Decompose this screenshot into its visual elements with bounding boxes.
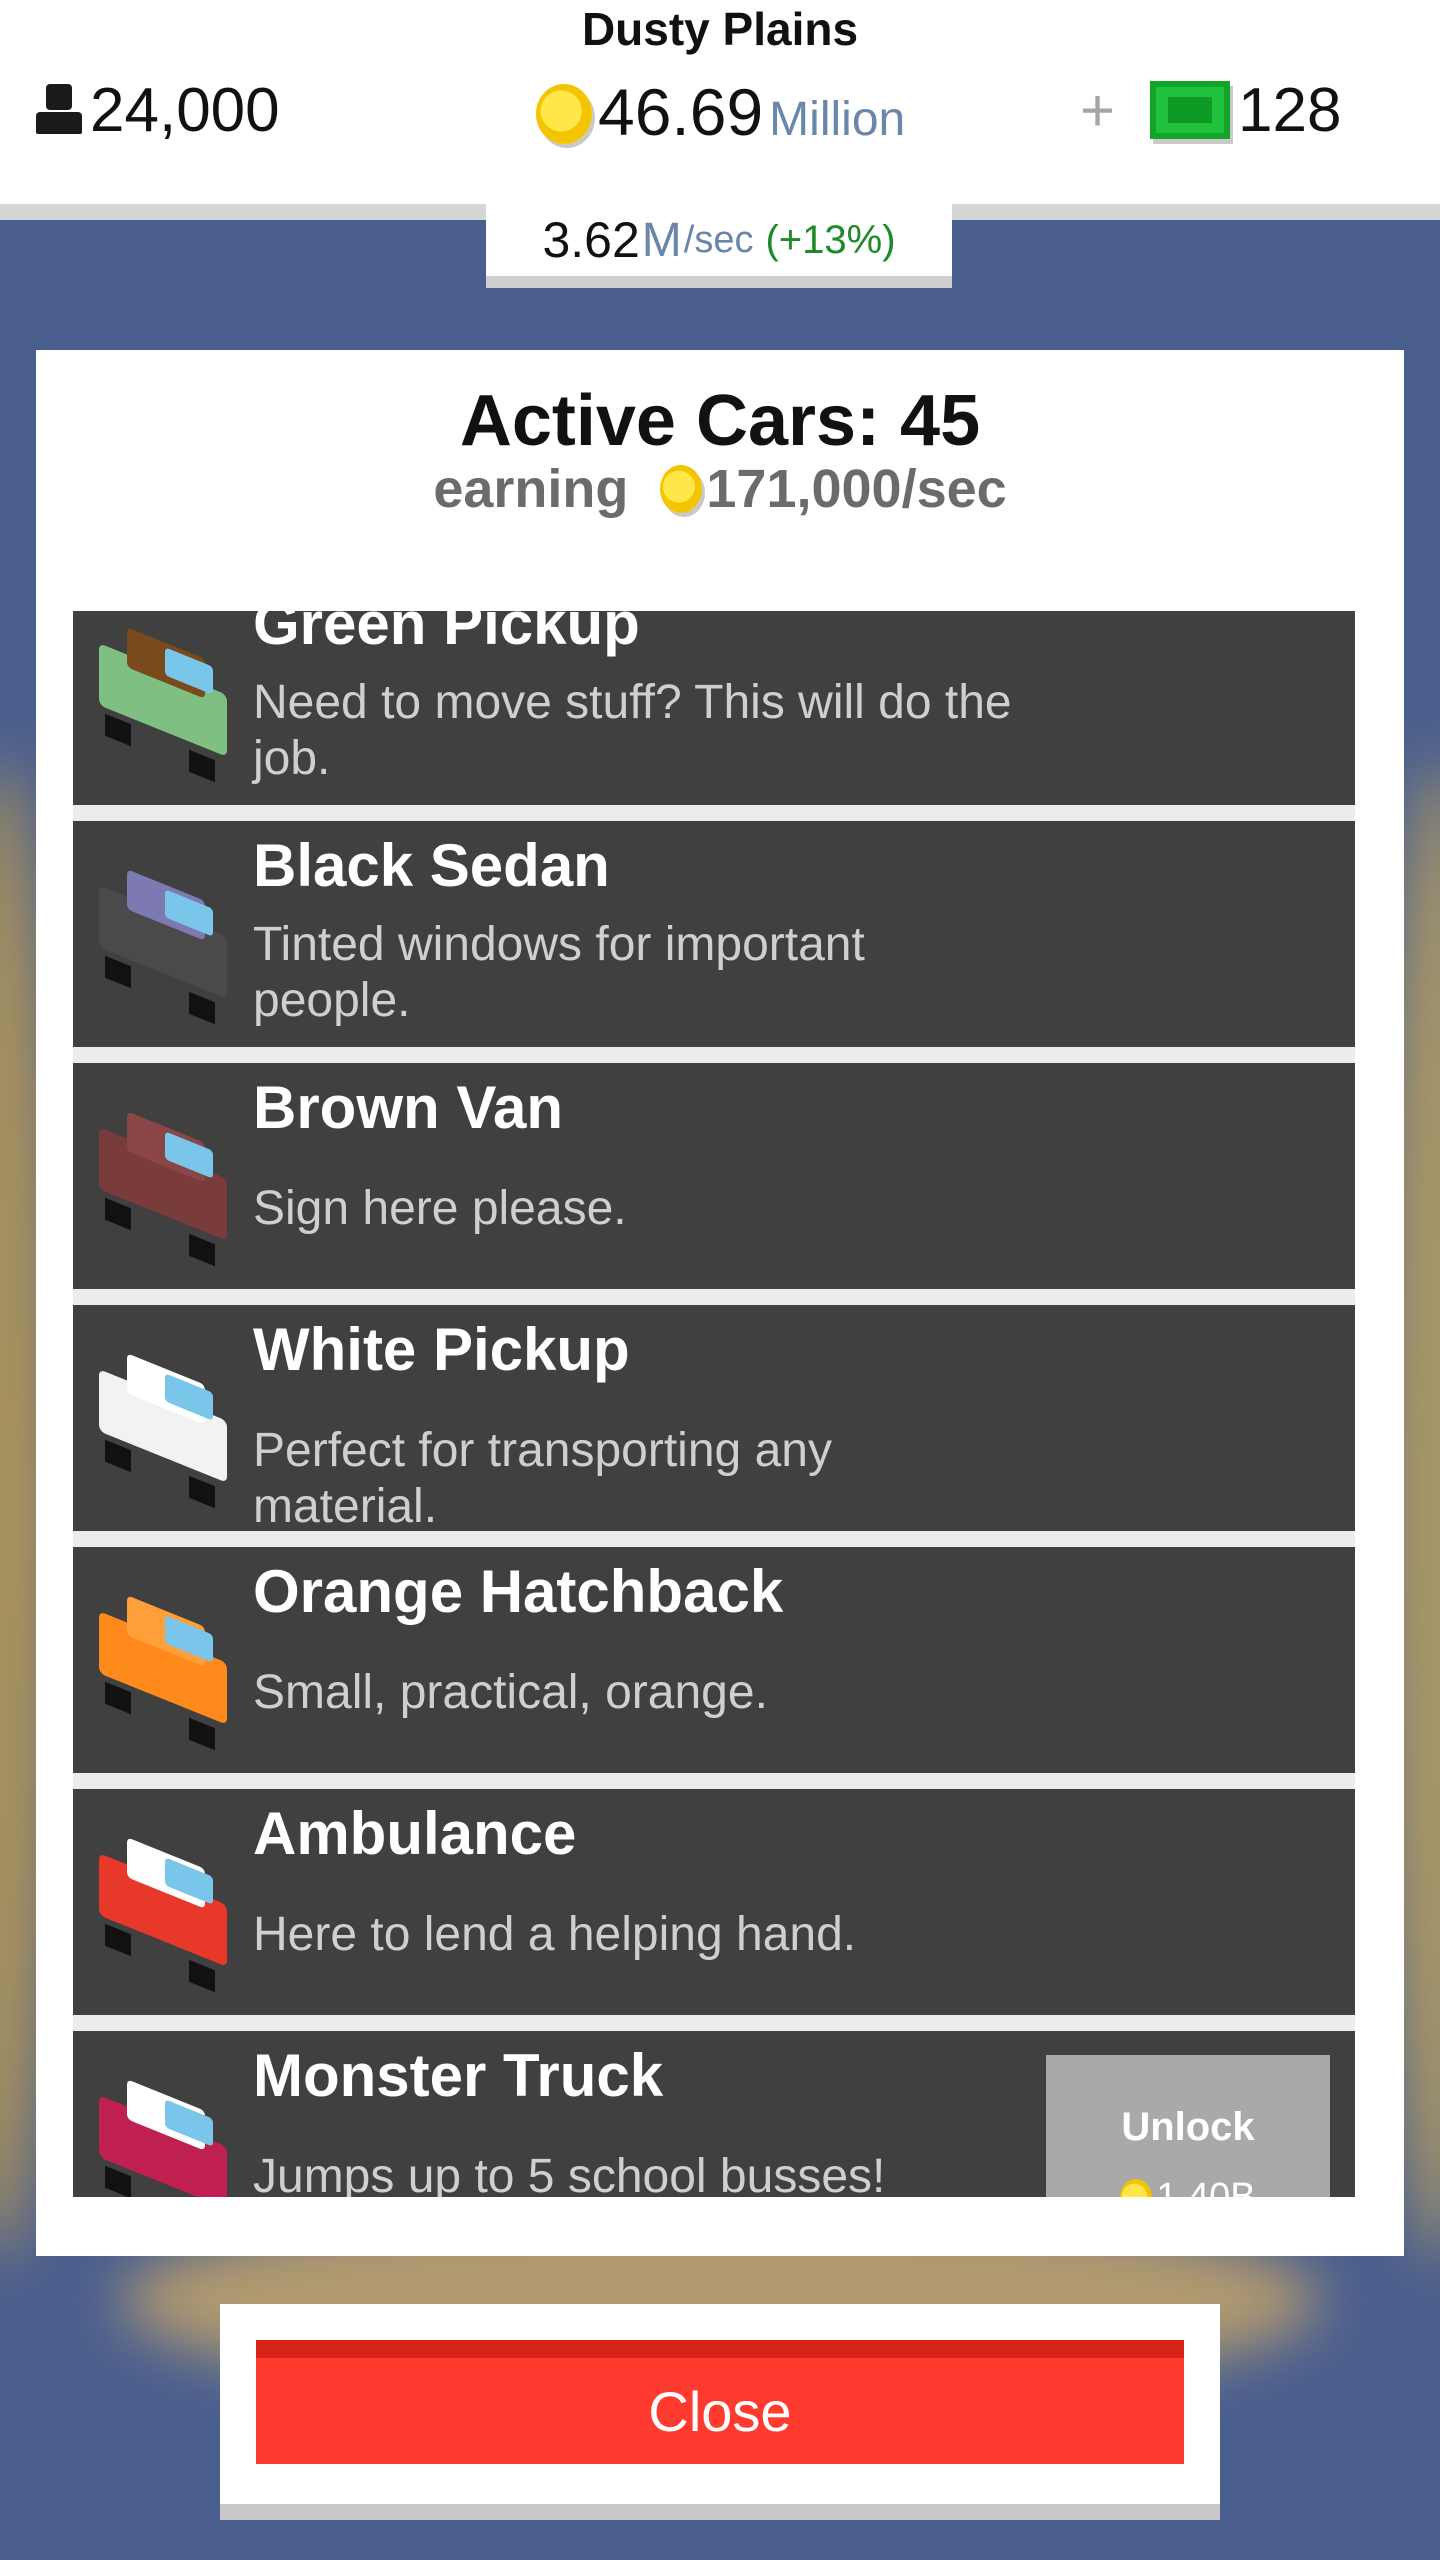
unlock-button[interactable]: Unlock 1.40B [1046,2055,1330,2197]
rate-per: /sec [683,218,754,261]
rate-unit: M [641,213,682,267]
car-row-ambulance[interactable]: Ambulance Here to lend a helping hand. [73,1789,1355,2031]
money-counter: 46.69 Million [536,74,905,154]
green-pickup-icon [93,613,233,783]
money-unit: Million [769,93,906,146]
car-row-brown-van[interactable]: Brown Van Sign here please. [73,1063,1355,1305]
earning-label: earning [433,459,629,519]
car-description: Small, practical, orange. [253,1666,768,1719]
gems-counter[interactable]: + 128 [1080,70,1341,150]
income-rate-box: 3.62 M /sec (+13%) [486,204,952,288]
unlock-price: 1.40B [1120,2176,1256,2197]
car-row-green-pickup[interactable]: Green Pickup Need to move stuff? This wi… [73,611,1355,821]
car-description: Jumps up to 5 school busses! [253,2150,886,2197]
car-name: Orange Hatchback [253,1558,784,1625]
car-description: Here to lend a helping hand. [253,1908,857,1961]
car-row-orange-hatchback[interactable]: Orange Hatchback Small, practical, orang… [73,1547,1355,1789]
car-name: Black Sedan [253,832,610,899]
car-name: Monster Truck [253,2042,664,2109]
earning-value: 171,000/sec [706,459,1007,519]
brown-van-icon [93,1097,233,1267]
car-name: Green Pickup [253,611,640,657]
close-button[interactable]: Close [256,2340,1184,2464]
orange-hatchback-icon [93,1581,233,1751]
car-description: Tinted windows for important people. [253,918,865,1027]
car-name: White Pickup [253,1316,630,1383]
population-value: 24,000 [90,75,280,145]
coin-icon [660,465,703,513]
add-gems-button[interactable]: + [1080,76,1150,145]
car-list[interactable]: Green Pickup Need to move stuff? This wi… [73,611,1355,2197]
ambulance-icon [93,1823,233,1993]
car-description: Need to move stuff? This will do the job… [253,676,1012,785]
car-description: Perfect for transporting any material. [253,1424,832,1533]
monster-truck-icon [93,2065,233,2197]
close-label: Close [648,2379,792,2443]
panel-title: Active Cars: 45 [459,381,981,461]
map-name: Dusty Plains [581,3,859,55]
cash-icon [1150,81,1230,139]
white-pickup-icon [93,1339,233,1509]
car-row-white-pickup[interactable]: White Pickup Perfect for transporting an… [73,1305,1355,1547]
gems-value: 128 [1238,75,1342,145]
car-row-black-sedan[interactable]: Black Sedan Tinted windows for important… [73,821,1355,1063]
population-counter: 24,000 [36,70,280,150]
rate-value: 3.62 [542,212,640,268]
top-status-bar: Dusty Plains 24,000 46.69 Million + 128 [0,0,1440,204]
active-cars-panel: Active Cars: 45 earning 171,000/sec Gree… [36,350,1404,2256]
car-name: Brown Van [253,1074,564,1141]
unlock-price-value: 1.40B [1156,2176,1256,2197]
earning-row: earning 171,000/sec [36,458,1404,520]
unlock-label: Unlock [1121,2105,1255,2149]
rate-percent: (+13%) [765,217,896,262]
person-icon [36,84,82,136]
money-value: 46.69 [598,75,764,149]
car-name: Ambulance [253,1800,577,1867]
close-button-frame: Close [220,2304,1220,2520]
car-row-monster-truck[interactable]: Monster Truck Jumps up to 5 school busse… [73,2031,1355,2197]
black-sedan-icon [93,855,233,1025]
coin-icon [536,84,592,144]
car-description: Sign here please. [253,1182,627,1235]
coin-icon [1120,2178,1153,2197]
